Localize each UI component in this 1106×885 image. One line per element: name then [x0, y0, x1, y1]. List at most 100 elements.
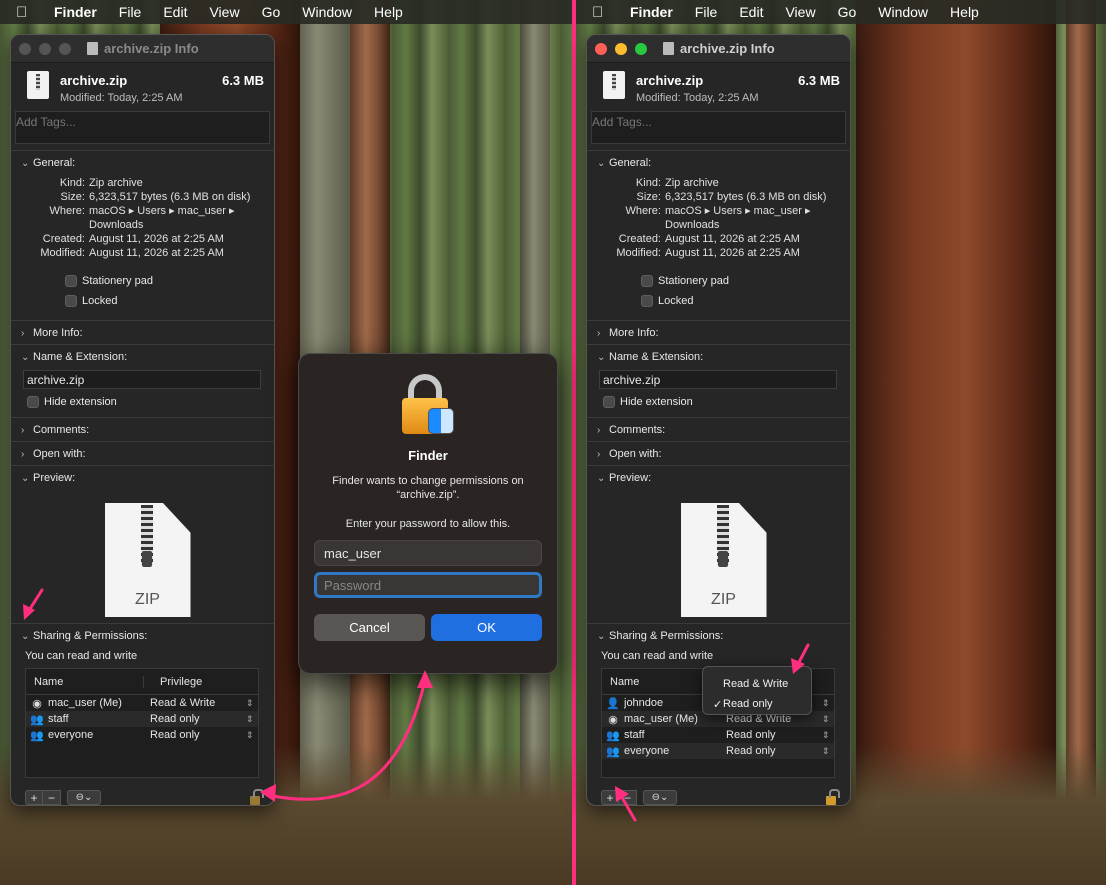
title-bar[interactable]: archive.zip Info: [587, 35, 850, 63]
stationery-checkbox[interactable]: Stationery pad: [65, 274, 274, 288]
locked-checkbox[interactable]: Locked: [65, 294, 274, 308]
name-field[interactable]: archive.zip: [599, 370, 837, 389]
table-row[interactable]: 👥 everyone Read only ⇕: [26, 727, 258, 743]
menubar:  Finder File Edit View Go Window Help: [576, 0, 1106, 24]
updown-icon[interactable]: ⇕: [822, 714, 830, 725]
menu-go[interactable]: Go: [838, 4, 857, 20]
menu-window[interactable]: Window: [878, 4, 928, 20]
add-user-button[interactable]: +: [601, 790, 619, 805]
user-icon: ◉: [608, 713, 618, 726]
permissions-toolbar: + − ⊖⌄: [25, 790, 101, 805]
hide-extension-checkbox[interactable]: Hide extension: [27, 395, 274, 409]
updown-icon[interactable]: ⇕: [822, 730, 830, 741]
user-icon: 👤: [606, 697, 620, 710]
section-comments[interactable]: › Comments:: [11, 417, 274, 441]
tags-field[interactable]: Add Tags...: [15, 111, 270, 144]
title-bar[interactable]: archive.zip Info: [11, 35, 274, 63]
updown-icon[interactable]: ⇕: [246, 698, 254, 709]
menu-view[interactable]: View: [209, 4, 239, 20]
section-open-with[interactable]: › Open with:: [11, 441, 274, 465]
menubar:  Finder File Edit View Go Window Help: [0, 0, 572, 24]
section-comments[interactable]: › Comments:: [587, 417, 850, 441]
chevron-down-icon: ⌄: [21, 472, 30, 484]
menu-edit[interactable]: Edit: [739, 4, 763, 20]
table-row[interactable]: ◉ mac_user (Me) Read & Write ⇕: [26, 695, 258, 711]
modified-value: August 11, 2026 at 2:25 AM: [89, 247, 224, 259]
action-menu-button[interactable]: ⊖⌄: [643, 790, 677, 805]
remove-user-button[interactable]: −: [43, 790, 61, 805]
section-preview-header[interactable]: ⌄ Preview:: [21, 471, 274, 485]
apple-icon[interactable]: : [592, 4, 612, 21]
menu-file[interactable]: File: [695, 4, 718, 20]
cancel-button[interactable]: Cancel: [314, 614, 425, 641]
chevron-down-icon: ⌄: [597, 630, 606, 642]
menu-help[interactable]: Help: [950, 4, 979, 20]
updown-icon[interactable]: ⇕: [246, 730, 254, 741]
chevron-right-icon: ›: [21, 448, 25, 460]
column-name[interactable]: Name: [26, 675, 144, 688]
section-open-with[interactable]: › Open with:: [587, 441, 850, 465]
remove-user-button[interactable]: −: [619, 790, 637, 805]
authentication-dialog: Finder Finder wants to change permission…: [298, 353, 558, 674]
section-general-header[interactable]: ⌄ General:: [597, 156, 850, 170]
menu-app-finder[interactable]: Finder: [54, 4, 97, 20]
chevron-down-icon: ⌄: [597, 351, 606, 363]
menu-item-read-only[interactable]: ✓ Read only: [703, 694, 811, 714]
lock-icon[interactable]: [826, 789, 840, 805]
name-field[interactable]: archive.zip: [23, 370, 261, 389]
permissions-table: Name Privilege ◉ mac_user (Me) Read & Write…: [25, 668, 259, 778]
file-header: archive.zip 6.3 MB Modified: Today, 2:25…: [587, 63, 850, 111]
chevron-down-icon: ⌄: [597, 472, 606, 484]
stationery-checkbox[interactable]: Stationery pad: [641, 274, 850, 288]
padlock-finder-icon: [398, 374, 458, 434]
file-size: 6.3 MB: [798, 73, 840, 88]
section-more-info[interactable]: › More Info:: [11, 320, 274, 344]
password-field[interactable]: Password: [314, 572, 542, 598]
section-name-extension: ⌄ Name & Extension: archive.zip Hide exte…: [11, 344, 274, 417]
table-row[interactable]: 👥 everyone Read only ⇕: [602, 743, 834, 759]
action-menu-button[interactable]: ⊖⌄: [67, 790, 101, 805]
close-button[interactable]: [19, 42, 31, 55]
ok-button[interactable]: OK: [431, 614, 542, 641]
menu-go[interactable]: Go: [262, 4, 281, 20]
table-row[interactable]: 👥 staff Read only ⇕: [602, 727, 834, 743]
modified-value: August 11, 2026 at 2:25 AM: [665, 247, 800, 259]
menu-view[interactable]: View: [785, 4, 815, 20]
section-name-extension-header[interactable]: ⌄ Name & Extension:: [597, 350, 850, 364]
close-button[interactable]: [595, 42, 607, 55]
updown-icon[interactable]: ⇕: [822, 746, 830, 757]
updown-icon[interactable]: ⇕: [246, 714, 254, 725]
apple-icon[interactable]: : [16, 4, 36, 21]
minimize-button[interactable]: [39, 42, 51, 55]
minimize-button[interactable]: [615, 42, 627, 55]
lock-icon[interactable]: [250, 789, 264, 805]
created-value: August 11, 2026 at 2:25 AM: [89, 233, 224, 245]
sharing-status: You can read and write: [25, 650, 138, 662]
table-row[interactable]: 👥 staff Read only ⇕: [26, 711, 258, 727]
section-sharing-header[interactable]: ⌄ Sharing & Permissions:: [21, 629, 274, 643]
section-sharing-header[interactable]: ⌄ Sharing & Permissions:: [597, 629, 850, 643]
size-value: 6,323,517 bytes (6.3 MB on disk): [89, 191, 251, 203]
add-user-button[interactable]: +: [25, 790, 43, 805]
section-more-info[interactable]: › More Info:: [587, 320, 850, 344]
menu-edit[interactable]: Edit: [163, 4, 187, 20]
section-general-header[interactable]: ⌄ General:: [21, 156, 274, 170]
menu-file[interactable]: File: [119, 4, 142, 20]
tags-field[interactable]: Add Tags...: [591, 111, 846, 144]
menu-app-finder[interactable]: Finder: [630, 4, 673, 20]
column-privilege[interactable]: Privilege: [144, 676, 202, 688]
updown-icon[interactable]: ⇕: [822, 698, 830, 709]
menu-item-read-write[interactable]: Read & Write: [703, 674, 811, 694]
created-label: Created:: [42, 233, 85, 245]
locked-checkbox[interactable]: Locked: [641, 294, 850, 308]
zoom-button[interactable]: [635, 42, 647, 55]
section-preview-header[interactable]: ⌄ Preview:: [597, 471, 850, 485]
hide-extension-checkbox[interactable]: Hide extension: [603, 395, 850, 409]
menu-help[interactable]: Help: [374, 4, 403, 20]
menu-window[interactable]: Window: [302, 4, 352, 20]
username-field[interactable]: mac_user: [314, 540, 542, 566]
section-general: ⌄ General: Kind: Zip archive Size: 6,323,51…: [11, 150, 274, 320]
section-name-extension-header[interactable]: ⌄ Name & Extension:: [21, 350, 274, 364]
zoom-button[interactable]: [59, 42, 71, 55]
user-icon: ◉: [32, 697, 42, 710]
